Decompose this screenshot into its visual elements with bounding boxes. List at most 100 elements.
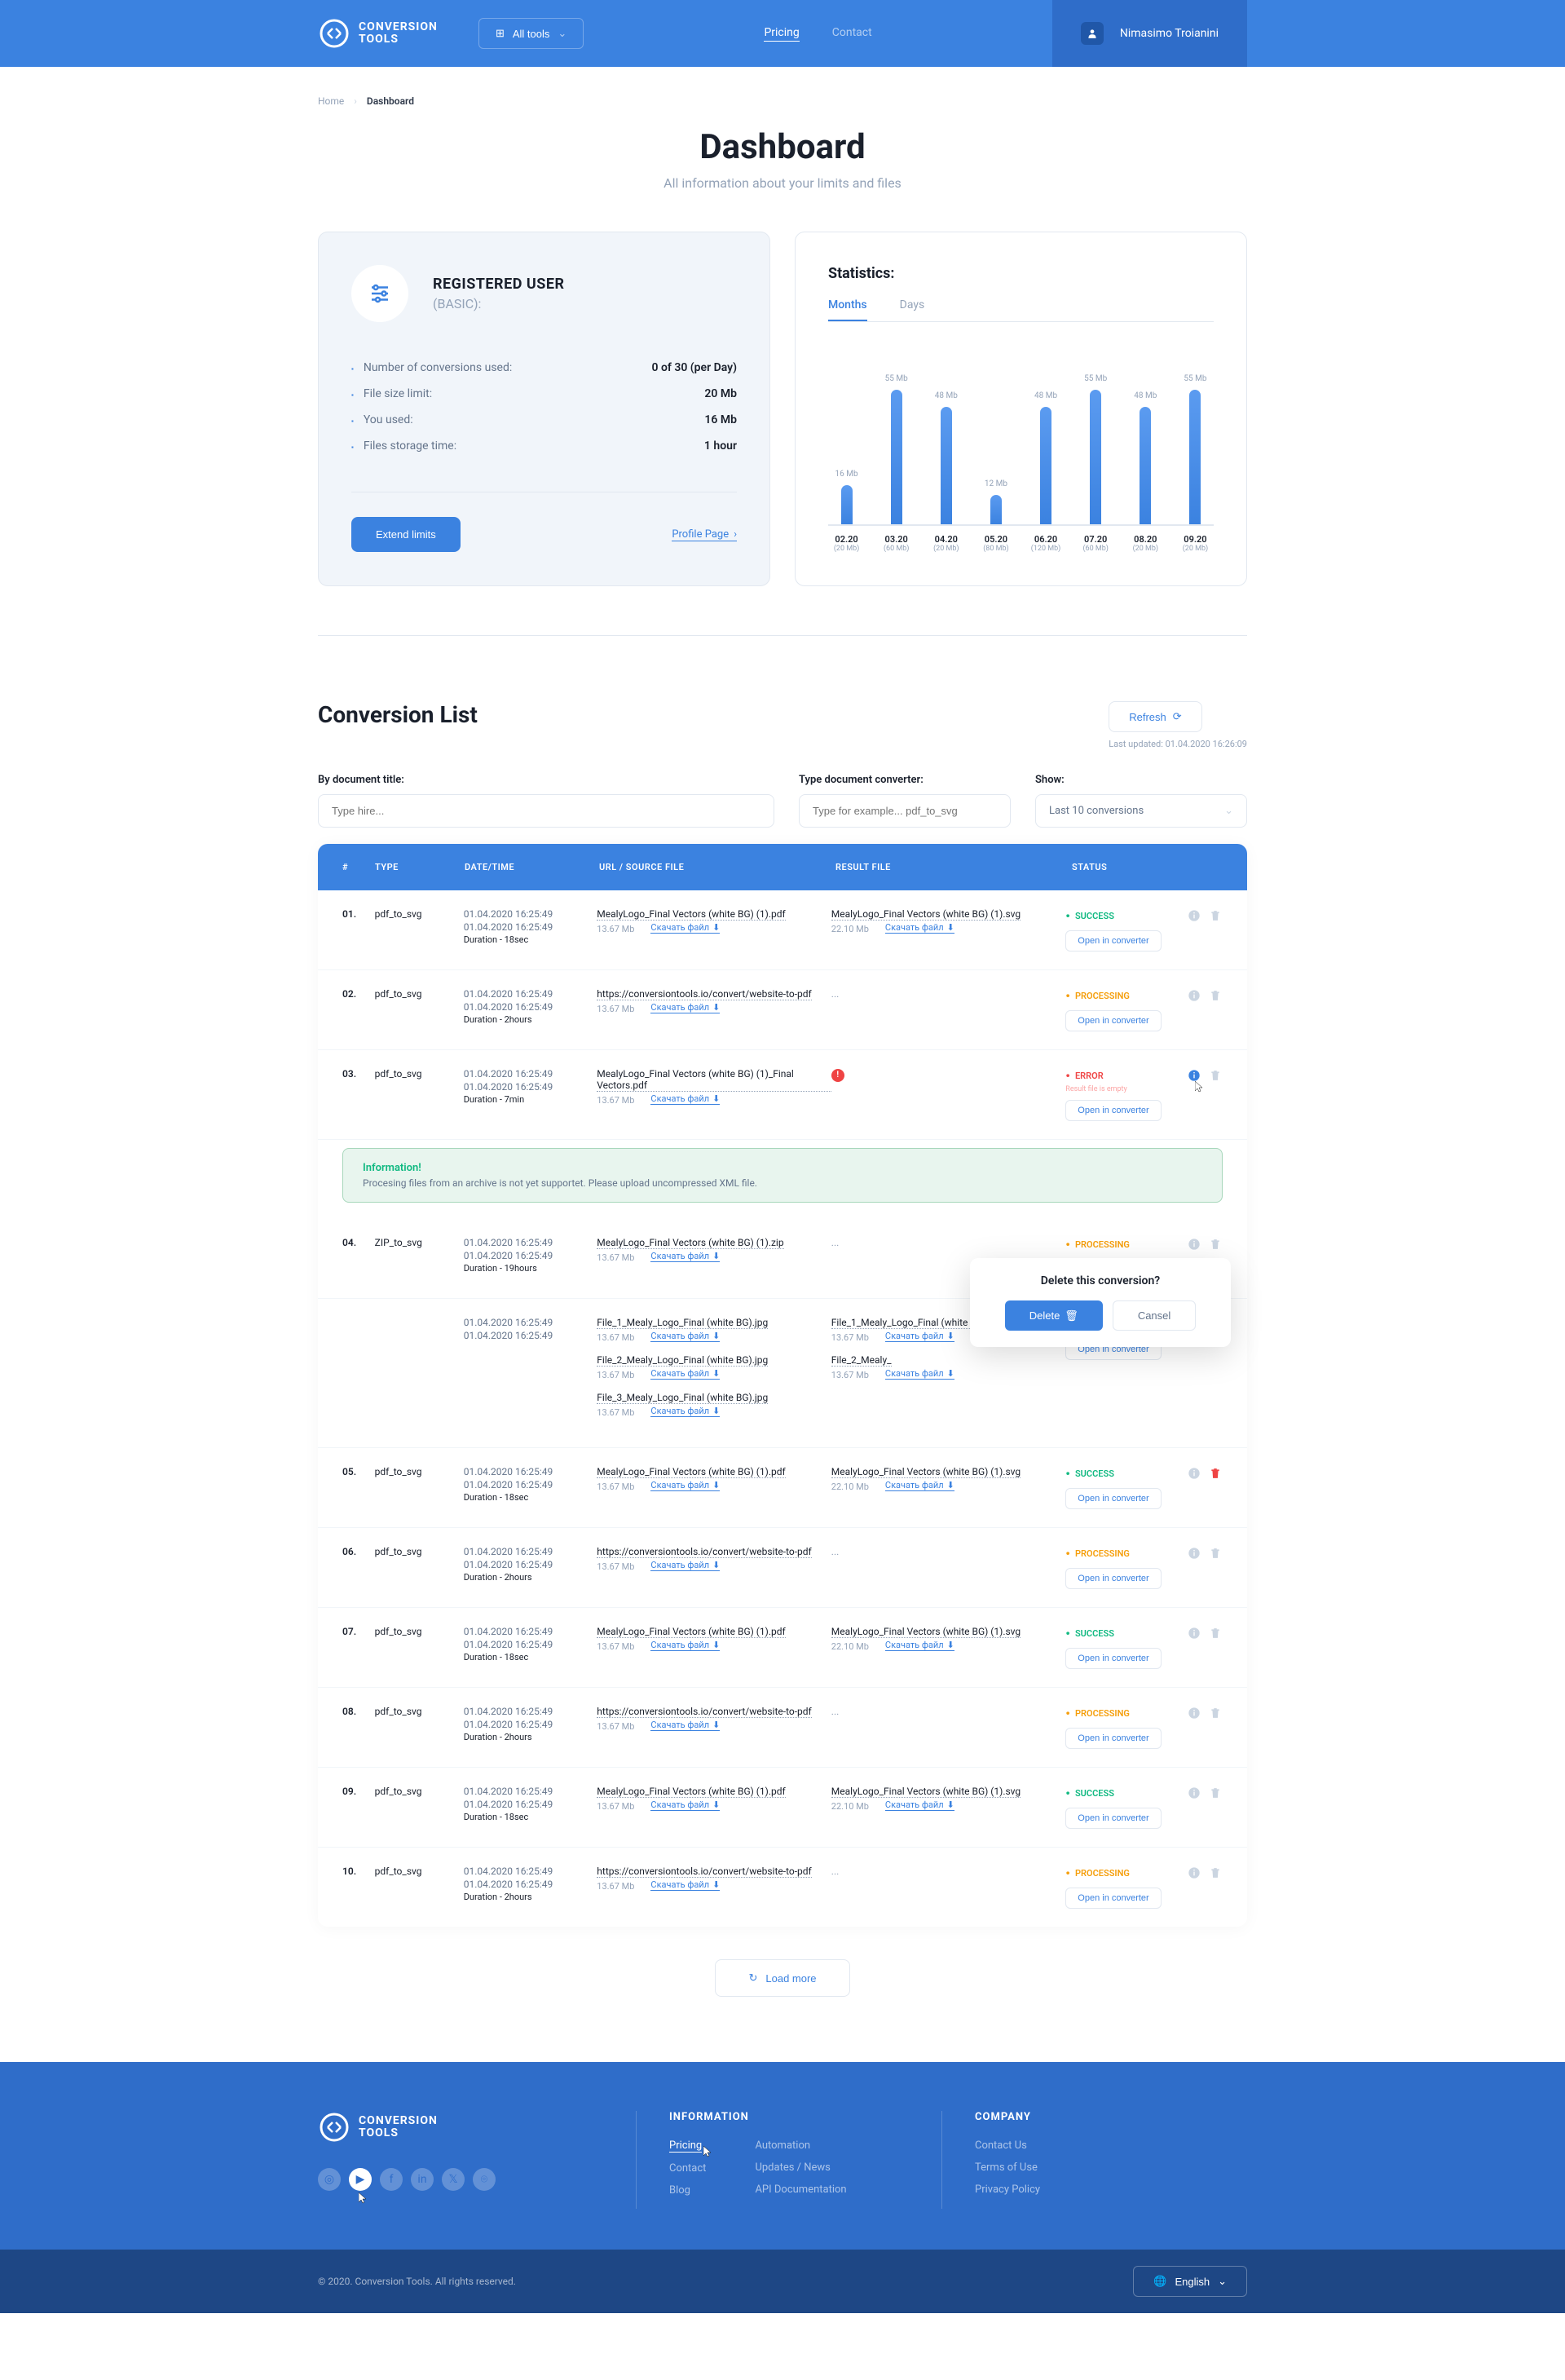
open-converter-button[interactable]: Open in converter xyxy=(1065,1100,1161,1121)
breadcrumb-home[interactable]: Home xyxy=(318,95,344,107)
download-link[interactable]: Скачать файл ⬇ xyxy=(650,1331,720,1342)
download-link[interactable]: Скачать файл ⬇ xyxy=(650,922,720,934)
download-link[interactable]: Скачать файл ⬇ xyxy=(650,1640,720,1651)
file-link[interactable]: File_3_Mealy_Logo_Final (white BG).jpg xyxy=(597,1392,768,1404)
trash-icon[interactable] xyxy=(1208,908,1223,923)
file-link[interactable]: MealyLogo_Final Vectors (white BG) (1).s… xyxy=(831,1786,1021,1798)
filter-doc-input[interactable] xyxy=(318,794,774,828)
file-link[interactable]: File_2_Mealy_Logo_Final (white BG).jpg xyxy=(597,1354,768,1367)
file-link[interactable]: https://conversiontools.io/convert/websi… xyxy=(597,1706,811,1718)
download-link[interactable]: Скачать файл ⬇ xyxy=(885,1799,954,1811)
open-converter-button[interactable]: Open in converter xyxy=(1065,1648,1161,1669)
download-link[interactable]: Скачать файл ⬇ xyxy=(650,1406,720,1417)
file-link[interactable]: MealyLogo_Final Vectors (white BG) (1).z… xyxy=(597,1237,783,1249)
file-link[interactable]: MealyLogo_Final Vectors (white BG) (1).p… xyxy=(597,908,785,921)
facebook-icon[interactable]: f xyxy=(380,2168,403,2191)
open-converter-button[interactable]: Open in converter xyxy=(1065,1888,1161,1909)
tab-days[interactable]: Days xyxy=(900,298,925,321)
file-link[interactable]: MealyLogo_Final Vectors (white BG) (1).p… xyxy=(597,1786,785,1798)
trash-icon[interactable] xyxy=(1208,1706,1223,1720)
logo[interactable]: CONVERSION TOOLS xyxy=(318,17,438,50)
open-converter-button[interactable]: Open in converter xyxy=(1065,1728,1161,1749)
file-link[interactable]: https://conversiontools.io/convert/websi… xyxy=(597,1546,811,1558)
download-link[interactable]: Скачать файл ⬇ xyxy=(650,1720,720,1731)
trash-icon[interactable] xyxy=(1208,1546,1223,1561)
footer-updates[interactable]: Updates / News xyxy=(755,2161,846,2174)
info-icon[interactable] xyxy=(1187,908,1201,923)
info-icon[interactable] xyxy=(1187,988,1201,1003)
info-icon[interactable] xyxy=(1187,1706,1201,1720)
open-converter-button[interactable]: Open in converter xyxy=(1065,1010,1161,1031)
instagram-icon[interactable]: ◎ xyxy=(318,2168,341,2191)
github-icon[interactable]: ⌾ xyxy=(473,2168,496,2191)
download-link[interactable]: Скачать файл ⬇ xyxy=(650,1251,720,1262)
footer-terms[interactable]: Terms of Use xyxy=(975,2161,1247,2174)
twitter-icon[interactable]: 𝕏 xyxy=(442,2168,465,2191)
tab-months[interactable]: Months xyxy=(828,298,867,321)
footer-api[interactable]: API Documentation xyxy=(755,2184,846,2196)
linkedin-icon[interactable]: in xyxy=(411,2168,434,2191)
extend-limits-button[interactable]: Extend limits xyxy=(351,517,461,552)
file-link[interactable]: https://conversiontools.io/convert/websi… xyxy=(597,988,811,1000)
file-link[interactable]: MealyLogo_Final Vectors (white BG) (1).s… xyxy=(831,1626,1021,1638)
download-link[interactable]: Скачать файл ⬇ xyxy=(650,1093,720,1105)
download-link[interactable]: Скачать файл ⬇ xyxy=(885,922,954,934)
footer-automation[interactable]: Automation xyxy=(755,2139,846,2152)
file-link[interactable]: MealyLogo_Final Vectors (white BG) (1).s… xyxy=(831,1466,1021,1478)
footer-pricing[interactable]: Pricing xyxy=(669,2139,702,2153)
open-converter-button[interactable]: Open in converter xyxy=(1065,1568,1161,1589)
download-link[interactable]: Скачать файл ⬇ xyxy=(650,1879,720,1891)
delete-confirm-button[interactable]: Delete 🗑 xyxy=(1005,1300,1103,1331)
trash-icon[interactable] xyxy=(1208,1786,1223,1800)
load-more-button[interactable]: ↻ Load more xyxy=(715,1959,849,1997)
footer-contact[interactable]: Contact xyxy=(669,2162,706,2175)
file-link[interactable]: MealyLogo_Final Vectors (white BG) (1).s… xyxy=(831,908,1021,921)
file-link[interactable]: MealyLogo_Final Vectors (white BG) (1).p… xyxy=(597,1626,785,1638)
download-link[interactable]: Скачать файл ⬇ xyxy=(885,1640,954,1651)
trash-icon[interactable] xyxy=(1208,1626,1223,1640)
info-icon[interactable] xyxy=(1187,1786,1201,1800)
download-link[interactable]: Скачать файл ⬇ xyxy=(650,1368,720,1380)
language-button[interactable]: 🌐 English ⌄ xyxy=(1133,2266,1247,2297)
delete-cancel-button[interactable]: Cansel xyxy=(1113,1300,1196,1331)
download-link[interactable]: Скачать файл ⬇ xyxy=(885,1368,954,1380)
open-converter-button[interactable]: Open in converter xyxy=(1065,930,1161,952)
file-link[interactable]: File_2_Mealy_ xyxy=(831,1354,892,1367)
footer-contact-us[interactable]: Contact Us xyxy=(975,2139,1247,2152)
trash-icon[interactable] xyxy=(1208,1237,1223,1252)
footer-privacy[interactable]: Privacy Policy xyxy=(975,2184,1247,2196)
download-link[interactable]: Скачать файл ⬇ xyxy=(885,1331,954,1342)
footer-logo[interactable]: CONVERSION TOOLS xyxy=(318,2111,636,2144)
profile-link[interactable]: Profile Page › xyxy=(672,528,737,541)
user-box[interactable]: Nimasimo Troianini xyxy=(1052,0,1247,67)
download-link[interactable]: Скачать файл ⬇ xyxy=(650,1799,720,1811)
file-link[interactable]: MealyLogo_Final Vectors (white BG) (1)_F… xyxy=(597,1068,831,1092)
trash-icon[interactable] xyxy=(1208,988,1223,1003)
open-converter-button[interactable]: Open in converter xyxy=(1065,1488,1161,1509)
all-tools-button[interactable]: ⊞ All tools ⌄ xyxy=(478,18,584,49)
download-link[interactable]: Скачать файл ⬇ xyxy=(650,1480,720,1491)
limit-item: You used:16 Mb xyxy=(351,407,737,433)
filter-show-select[interactable]: Last 10 conversions ⌄ xyxy=(1035,794,1247,828)
nav-pricing[interactable]: Pricing xyxy=(764,26,799,42)
info-icon[interactable] xyxy=(1187,1866,1201,1880)
info-icon[interactable] xyxy=(1187,1237,1201,1252)
trash-icon[interactable] xyxy=(1208,1866,1223,1880)
download-link[interactable]: Скачать файл ⬇ xyxy=(885,1480,954,1491)
download-link[interactable]: Скачать файл ⬇ xyxy=(650,1002,720,1013)
footer-blog[interactable]: Blog xyxy=(669,2184,706,2197)
youtube-icon[interactable]: ▶ xyxy=(349,2168,372,2191)
nav-contact[interactable]: Contact xyxy=(832,26,872,41)
filter-conv-input[interactable] xyxy=(799,794,1011,828)
download-link[interactable]: Скачать файл ⬇ xyxy=(650,1560,720,1571)
trash-icon[interactable] xyxy=(1208,1466,1223,1481)
info-icon[interactable] xyxy=(1187,1546,1201,1561)
refresh-button[interactable]: Refresh ⟳ xyxy=(1109,701,1201,732)
info-icon[interactable] xyxy=(1187,1626,1201,1640)
file-link[interactable]: https://conversiontools.io/convert/websi… xyxy=(597,1866,811,1878)
file-link[interactable]: MealyLogo_Final Vectors (white BG) (1).p… xyxy=(597,1466,785,1478)
trash-icon[interactable] xyxy=(1208,1068,1223,1083)
info-icon[interactable] xyxy=(1187,1466,1201,1481)
open-converter-button[interactable]: Open in converter xyxy=(1065,1808,1161,1829)
file-link[interactable]: File_1_Mealy_Logo_Final (white BG).jpg xyxy=(597,1317,768,1329)
